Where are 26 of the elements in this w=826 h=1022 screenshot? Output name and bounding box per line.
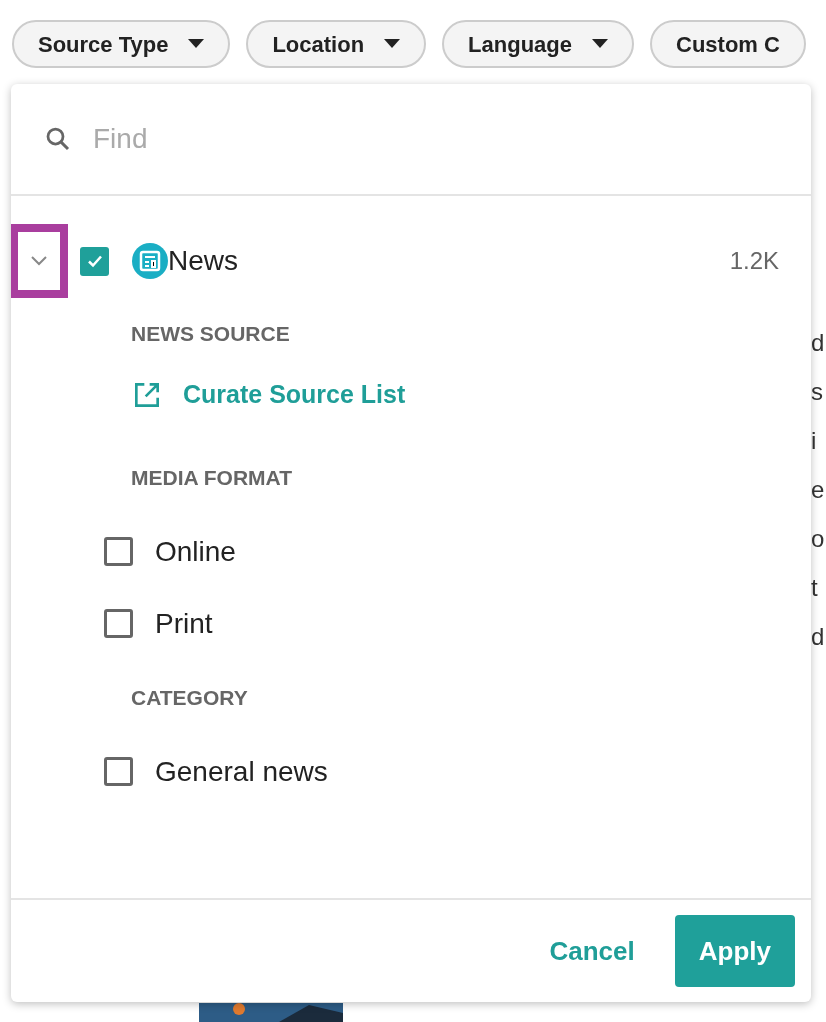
- source-count: 1.2K: [729, 246, 779, 276]
- background-text: s: [811, 377, 824, 407]
- checkbox[interactable]: [80, 246, 109, 276]
- filter-chip[interactable]: Language: [442, 20, 634, 68]
- background-text: t: [811, 573, 819, 603]
- filter-chip[interactable]: Location: [246, 20, 427, 68]
- background-text: o: [811, 524, 826, 554]
- option-label: General news: [155, 754, 328, 789]
- newspaper-icon: [132, 243, 168, 279]
- source-label: News: [168, 244, 238, 278]
- section-heading: NEWS SOURCE: [131, 321, 291, 347]
- search-field[interactable]: Find: [93, 118, 779, 160]
- option-label: Online: [155, 534, 236, 569]
- background-text: i: [811, 426, 818, 456]
- checkbox[interactable]: [104, 609, 133, 638]
- section-heading: MEDIA FORMAT: [131, 464, 293, 491]
- filter-chip[interactable]: Custom C: [650, 20, 806, 68]
- checkbox[interactable]: [104, 537, 133, 566]
- section-heading: CATEGORY: [131, 684, 249, 711]
- background-text: d: [811, 328, 826, 358]
- background-text: d: [811, 622, 826, 652]
- checkbox[interactable]: [104, 757, 133, 786]
- filter-chip[interactable]: Source Type: [12, 20, 231, 68]
- background-text: e: [811, 475, 826, 505]
- chevron-icon[interactable]: [30, 255, 48, 267]
- option-label: Print: [155, 606, 213, 641]
